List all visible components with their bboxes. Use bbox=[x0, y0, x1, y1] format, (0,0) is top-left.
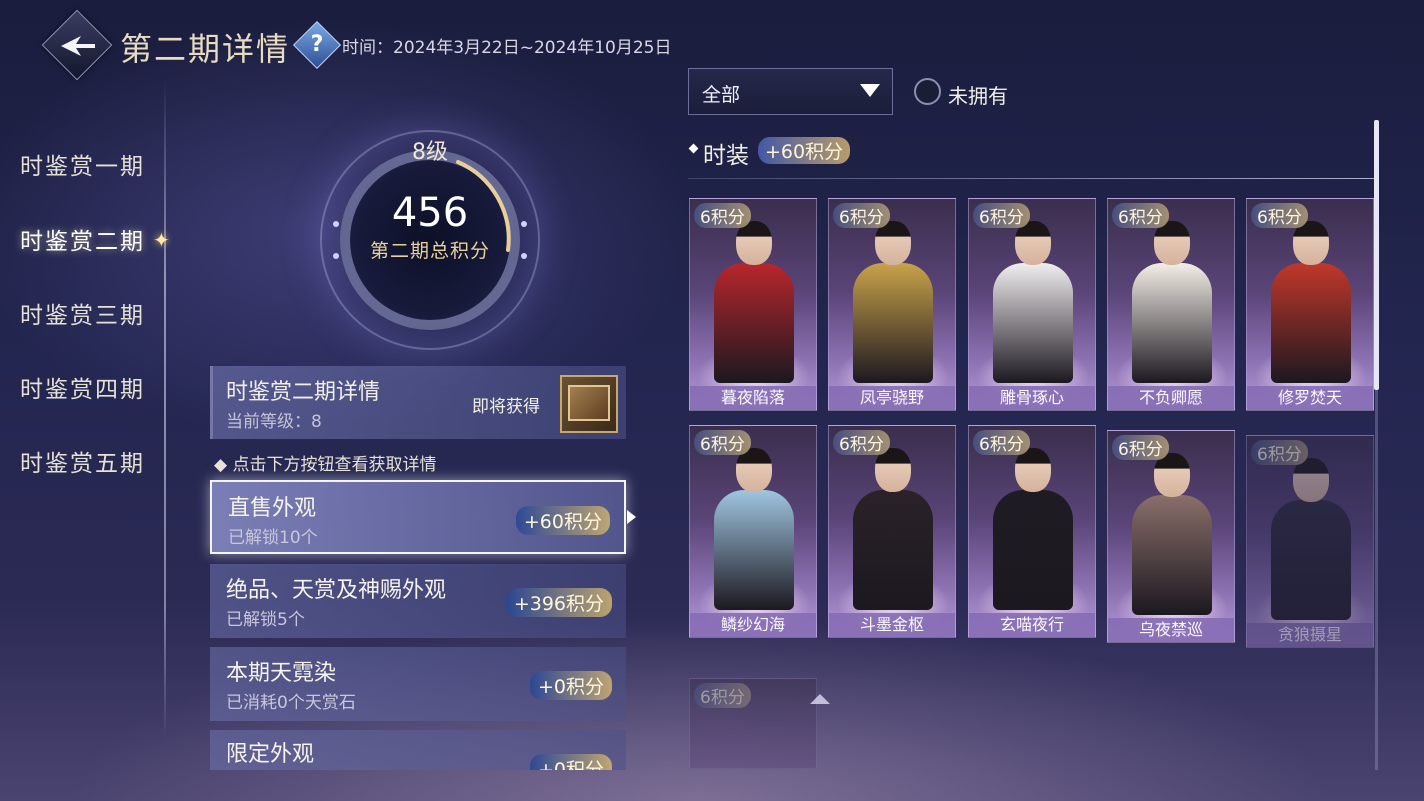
nav-divider bbox=[164, 80, 166, 740]
reward-frame-icon bbox=[568, 385, 610, 421]
card-points-badge: 6积分 bbox=[694, 683, 751, 708]
outfit-figure-icon bbox=[714, 490, 794, 610]
card-points-badge: 6积分 bbox=[833, 430, 890, 455]
total-score-value: 456 bbox=[391, 190, 469, 236]
outfit-name: 雕骨琢心 bbox=[969, 386, 1095, 410]
active-star-icon: ✦ bbox=[153, 228, 170, 252]
outfit-card[interactable]: 6积分斗墨金枢 bbox=[828, 425, 956, 638]
outfit-name: 暮夜陷落 bbox=[690, 386, 816, 410]
acquisition-direct-sale[interactable]: 直售外观 已解锁10个 +60积分 bbox=[210, 480, 626, 554]
outfit-figure-icon bbox=[853, 490, 933, 610]
total-score-label: 第二期总积分 bbox=[369, 240, 490, 262]
acquisition-title: 限定外观 bbox=[226, 742, 315, 767]
outfit-card[interactable]: 6积分修罗焚天 bbox=[1246, 198, 1374, 411]
outfit-figure-icon bbox=[993, 490, 1073, 610]
acquisition-points-badge: +0积分 bbox=[529, 671, 612, 700]
current-level-text: 当前等级：8 bbox=[226, 412, 322, 432]
nav-item-period-2[interactable]: 时鉴赏二期 bbox=[20, 222, 145, 256]
chevron-down-icon[interactable] bbox=[860, 84, 880, 97]
card-points-badge: 6积分 bbox=[1251, 203, 1308, 228]
outfit-card[interactable]: 6积分不负卿愿 bbox=[1107, 198, 1235, 411]
upcoming-reward-label: 即将获得 bbox=[472, 397, 540, 417]
unowned-filter-label[interactable]: 未拥有 bbox=[948, 80, 1008, 109]
period-detail-title: 时鉴赏二期详情 bbox=[226, 380, 381, 405]
level-label: 8级 bbox=[412, 140, 448, 165]
section-title: 时装 bbox=[703, 143, 749, 169]
acquisition-points-badge: +396积分 bbox=[505, 588, 612, 617]
card-points-badge: 6积分 bbox=[694, 430, 751, 455]
outfit-card-partial[interactable]: 6积分 bbox=[689, 678, 817, 769]
question-icon[interactable]: ? bbox=[300, 28, 334, 62]
scrollbar-thumb[interactable] bbox=[1374, 120, 1379, 390]
acquisition-subtitle: 已解锁10个 bbox=[228, 528, 318, 548]
outfit-name: 贪狼摄星 bbox=[1247, 623, 1373, 647]
acquisition-title: 绝品、天赏及神赐外观 bbox=[226, 578, 447, 603]
outfit-name: 不负卿愿 bbox=[1108, 386, 1234, 410]
outfit-card[interactable]: 6积分雕骨琢心 bbox=[968, 198, 1096, 411]
outfit-name: 修罗焚天 bbox=[1247, 386, 1373, 410]
scroll-up-icon[interactable] bbox=[810, 694, 830, 704]
unowned-filter-radio[interactable] bbox=[914, 78, 941, 105]
acquisition-subtitle: 已消耗0个天赏石 bbox=[226, 693, 356, 713]
acquisition-dye[interactable]: 本期天霓染 已消耗0个天赏石 +0积分 bbox=[210, 647, 626, 721]
period-time: 时间：2024年3月22日~2024年10月25日 bbox=[342, 38, 672, 58]
hint-text: ◆ 点击下方按钮查看获取详情 bbox=[214, 455, 437, 475]
outfit-figure-icon bbox=[853, 263, 933, 383]
category-selected-value: 全部 bbox=[702, 84, 741, 106]
outfit-name: 乌夜禁巡 bbox=[1108, 618, 1234, 642]
acquisition-subtitle: 已解锁5个 bbox=[226, 610, 305, 630]
card-points-badge: 6积分 bbox=[973, 203, 1030, 228]
back-arrow-icon bbox=[61, 36, 95, 56]
acquisition-title: 直售外观 bbox=[228, 496, 317, 521]
section-points-badge: +60积分 bbox=[758, 137, 851, 164]
acquisition-title: 本期天霓染 bbox=[226, 661, 337, 686]
outfit-card[interactable]: 6积分玄喵夜行 bbox=[968, 425, 1096, 638]
outfit-card[interactable]: 6积分凤亭骁野 bbox=[828, 198, 956, 411]
outfit-name: 玄喵夜行 bbox=[969, 613, 1095, 637]
nav-item-period-3[interactable]: 时鉴赏三期 bbox=[20, 296, 145, 330]
outfit-card[interactable]: 6积分暮夜陷落 bbox=[689, 198, 817, 411]
acquisition-points-badge: +0积分 bbox=[529, 754, 612, 770]
selected-pointer-icon bbox=[627, 510, 636, 524]
card-points-badge: 6积分 bbox=[833, 203, 890, 228]
card-points-badge: 6积分 bbox=[1112, 435, 1169, 460]
outfit-figure-icon bbox=[1132, 263, 1212, 383]
outfit-card[interactable]: 6积分鳞纱幻海 bbox=[689, 425, 817, 638]
card-points-badge: 6积分 bbox=[694, 203, 751, 228]
outfit-card[interactable]: 6积分贪狼摄星 bbox=[1246, 435, 1374, 648]
nav-item-period-1[interactable]: 时鉴赏一期 bbox=[20, 147, 145, 181]
card-points-badge: 6积分 bbox=[1251, 440, 1308, 465]
acquisition-limited[interactable]: 限定外观 +0积分 bbox=[210, 730, 626, 770]
nav-item-period-4[interactable]: 时鉴赏四期 bbox=[20, 370, 145, 404]
outfit-figure-icon bbox=[1132, 495, 1212, 615]
outfit-card[interactable]: 6积分乌夜禁巡 bbox=[1107, 430, 1235, 643]
card-points-badge: 6积分 bbox=[973, 430, 1030, 455]
nav-item-period-5[interactable]: 时鉴赏五期 bbox=[20, 444, 145, 478]
outfit-name: 斗墨金枢 bbox=[829, 613, 955, 637]
section-bullet-icon bbox=[688, 143, 699, 154]
section-divider bbox=[688, 178, 1378, 179]
acquisition-premium[interactable]: 绝品、天赏及神赐外观 已解锁5个 +396积分 bbox=[210, 564, 626, 638]
outfit-figure-icon bbox=[1271, 263, 1351, 383]
outfit-figure-icon bbox=[993, 263, 1073, 383]
page-title: 第二期详情 bbox=[120, 30, 291, 68]
card-points-badge: 6积分 bbox=[1112, 203, 1169, 228]
acquisition-points-badge: +60积分 bbox=[515, 506, 610, 535]
outfit-name: 鳞纱幻海 bbox=[690, 613, 816, 637]
outfit-name: 凤亭骁野 bbox=[829, 386, 955, 410]
outfit-figure-icon bbox=[714, 263, 794, 383]
outfit-figure-icon bbox=[1271, 500, 1351, 620]
